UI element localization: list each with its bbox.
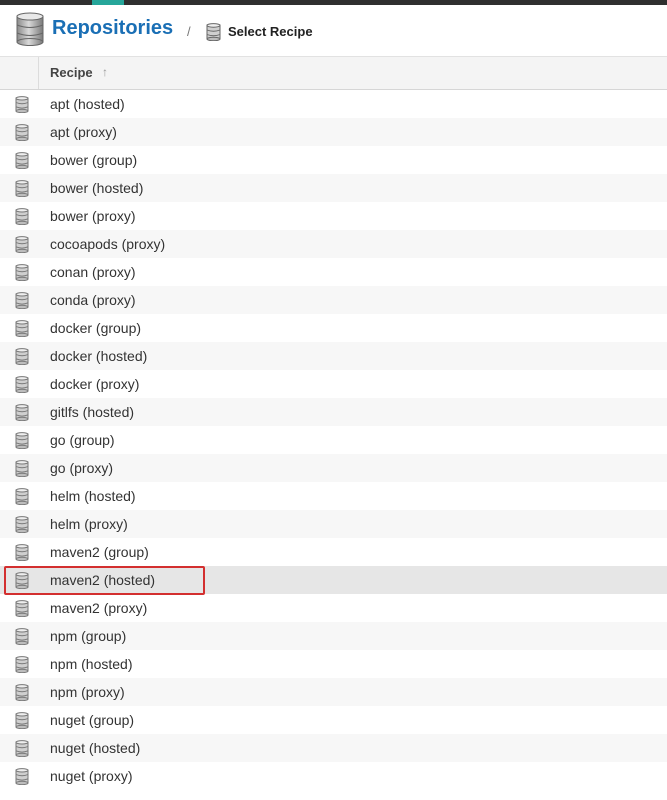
database-icon — [15, 208, 29, 225]
database-icon — [15, 516, 29, 533]
recipe-label: nuget (hosted) — [50, 740, 141, 756]
recipe-row[interactable]: helm (proxy) — [0, 510, 667, 538]
recipe-label: apt (hosted) — [50, 96, 125, 112]
database-icon — [15, 124, 29, 141]
recipe-label: docker (group) — [50, 320, 142, 336]
sort-ascending-icon[interactable]: ↑ — [102, 65, 108, 79]
page-title[interactable]: Repositories — [52, 17, 173, 40]
page-header: Repositories / Select Recipe — [0, 5, 667, 57]
database-icon — [15, 96, 29, 113]
recipe-label: conan (proxy) — [50, 264, 136, 280]
recipe-row[interactable]: bower (group) — [0, 146, 667, 174]
recipe-row[interactable]: cocoapods (proxy) — [0, 230, 667, 258]
database-icon — [15, 348, 29, 365]
recipe-label: go (proxy) — [50, 460, 114, 476]
recipe-label: npm (hosted) — [50, 656, 133, 672]
recipe-label: cocoapods (proxy) — [50, 236, 166, 252]
database-icon — [15, 320, 29, 337]
breadcrumb-current: Select Recipe — [228, 24, 313, 39]
recipe-list: apt (hosted) apt (proxy) bower (group) bowe… — [0, 90, 667, 800]
database-icon — [15, 152, 29, 169]
database-icon — [15, 656, 29, 673]
recipe-label: bower (proxy) — [50, 208, 136, 224]
breadcrumb-separator: / — [187, 24, 191, 39]
database-icon — [15, 180, 29, 197]
database-icon — [15, 740, 29, 757]
database-icon — [15, 684, 29, 701]
recipe-row[interactable]: gitlfs (hosted) — [0, 398, 667, 426]
recipe-label: bower (hosted) — [50, 180, 144, 196]
database-icon — [15, 376, 29, 393]
recipe-label: maven2 (proxy) — [50, 600, 148, 616]
recipe-row[interactable]: docker (hosted) — [0, 342, 667, 370]
database-icon — [15, 768, 29, 785]
recipe-label: conda (proxy) — [50, 292, 136, 308]
recipe-label: docker (proxy) — [50, 376, 140, 392]
recipe-row[interactable]: helm (hosted) — [0, 482, 667, 510]
database-icon — [15, 712, 29, 729]
database-icon — [15, 432, 29, 449]
recipe-label: docker (hosted) — [50, 348, 148, 364]
recipe-label: npm (proxy) — [50, 684, 125, 700]
recipe-row[interactable]: docker (proxy) — [0, 370, 667, 398]
recipe-row[interactable]: nuget (group) — [0, 706, 667, 734]
recipe-row[interactable]: conan (proxy) — [0, 258, 667, 286]
recipe-row[interactable]: go (group) — [0, 426, 667, 454]
recipe-label: helm (proxy) — [50, 516, 128, 532]
recipe-row[interactable]: nuget (proxy) — [0, 762, 667, 790]
recipe-row[interactable]: bower (proxy) — [0, 202, 667, 230]
database-icon — [15, 264, 29, 281]
database-icon — [15, 572, 29, 589]
recipe-label: maven2 (group) — [50, 544, 149, 560]
recipe-row[interactable]: conda (proxy) — [0, 286, 667, 314]
database-icon — [15, 544, 29, 561]
grid-header: Recipe ↑ — [0, 57, 667, 90]
recipe-label: apt (proxy) — [50, 124, 117, 140]
database-icon — [15, 460, 29, 477]
recipe-label: npm (group) — [50, 628, 127, 644]
recipe-label: go (group) — [50, 432, 115, 448]
database-icon — [15, 404, 29, 421]
recipe-label: maven2 (hosted) — [50, 572, 156, 588]
recipe-row[interactable]: maven2 (hosted) — [0, 566, 667, 594]
database-icon — [15, 628, 29, 645]
recipe-row[interactable]: npm (hosted) — [0, 650, 667, 678]
recipe-row[interactable]: bower (hosted) — [0, 174, 667, 202]
database-icon — [15, 292, 29, 309]
column-header-recipe[interactable]: Recipe — [50, 65, 93, 80]
database-icon — [206, 23, 221, 41]
recipe-label: helm (hosted) — [50, 488, 136, 504]
recipe-row[interactable]: apt (proxy) — [0, 118, 667, 146]
recipe-label: gitlfs (hosted) — [50, 404, 135, 420]
recipe-label: bower (group) — [50, 152, 138, 168]
recipe-row[interactable]: go (proxy) — [0, 454, 667, 482]
recipe-row[interactable]: docker (group) — [0, 314, 667, 342]
recipe-row[interactable]: npm (proxy) — [0, 678, 667, 706]
recipe-row[interactable]: maven2 (group) — [0, 538, 667, 566]
recipe-row[interactable]: nuget (hosted) — [0, 734, 667, 762]
recipe-label: nuget (proxy) — [50, 768, 133, 784]
database-icon — [16, 12, 44, 46]
icon-column-header — [0, 57, 39, 89]
recipe-label: nuget (group) — [50, 712, 135, 728]
recipe-row[interactable]: npm (group) — [0, 622, 667, 650]
database-icon — [15, 488, 29, 505]
database-icon — [15, 600, 29, 617]
database-icon — [15, 236, 29, 253]
recipe-row[interactable]: maven2 (proxy) — [0, 594, 667, 622]
recipe-row[interactable]: apt (hosted) — [0, 90, 667, 118]
